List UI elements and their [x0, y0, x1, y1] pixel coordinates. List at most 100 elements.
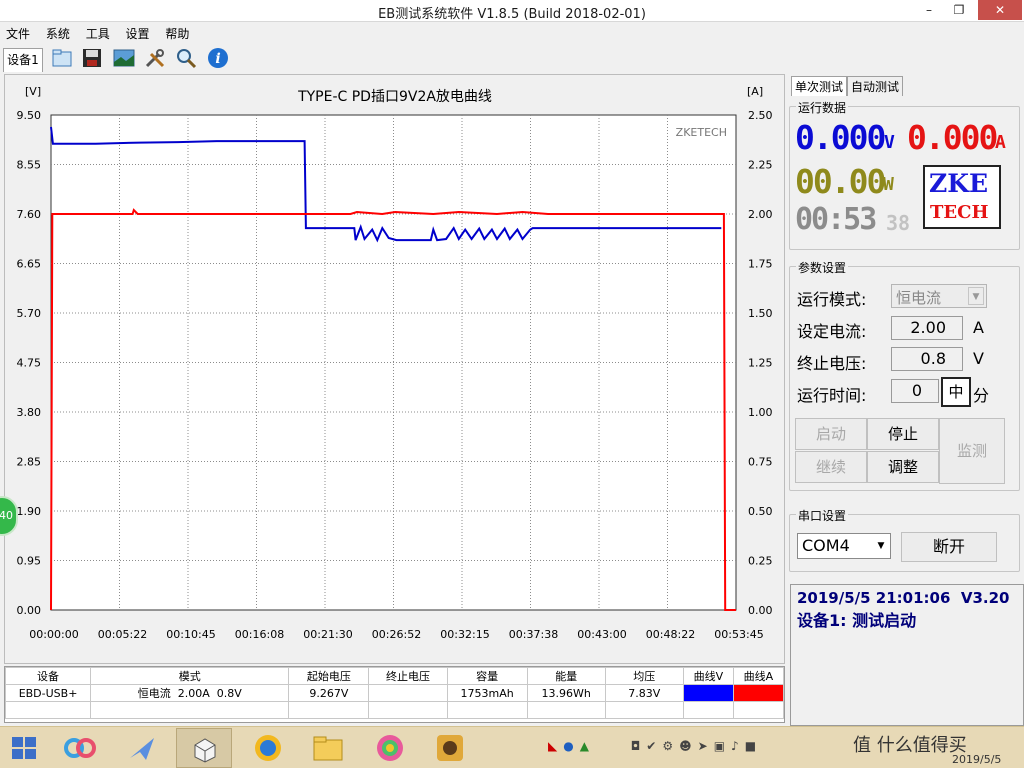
- cloud-app-icon[interactable]: [58, 730, 102, 766]
- taskbar-active-app[interactable]: [176, 728, 232, 768]
- power-unit: W: [883, 174, 894, 195]
- wifi-tray-icon[interactable]: ▣: [714, 739, 731, 753]
- mode-select[interactable]: 恒电流 ▼: [891, 284, 987, 308]
- power-readout: 00.00: [795, 162, 886, 201]
- voltage-readout: 0.000: [795, 118, 886, 157]
- table-row[interactable]: EBD-USB+ 恒电流 2.00A 0.8V 9.267V 1753mAh 1…: [4, 684, 785, 702]
- cell-device: EBD-USB+: [4, 684, 92, 702]
- run-time-label: 运行时间:: [797, 386, 867, 405]
- cell-start-voltage: 9.267V: [288, 684, 370, 702]
- params-title: 参数设置: [796, 259, 849, 276]
- network-tray-icon[interactable]: ▲: [580, 739, 595, 753]
- com-port-select[interactable]: COM4 ▼: [797, 533, 891, 559]
- summary-table: 设备 模式 起始电压 终止电压 容量 能量 均压 曲线V 曲线A EBD-USB…: [4, 667, 785, 719]
- windows-start-icon[interactable]: [12, 737, 36, 759]
- y-tick-right: 1.25: [748, 357, 773, 370]
- table-header-row: 设备 模式 起始电压 终止电压 容量 能量 均压 曲线V 曲线A: [4, 667, 785, 685]
- col-avg-voltage: 均压: [604, 667, 684, 685]
- disconnect-button[interactable]: 断开: [901, 532, 997, 562]
- menu-settings[interactable]: 设置: [120, 23, 156, 44]
- notify-tray-icon[interactable]: ■: [745, 739, 762, 753]
- adobe-tray-icon[interactable]: ◣: [548, 739, 563, 753]
- current-setting-label: 设定电流:: [797, 322, 867, 341]
- chart-panel: TYPE-C PD插口9V2A放电曲线 [V] [A] ZKETECH 9.50…: [4, 74, 785, 664]
- y-tick-right: 2.50: [748, 109, 773, 122]
- curve-a-swatch[interactable]: [732, 684, 785, 702]
- usb-tray-icon[interactable]: ⚙: [662, 739, 679, 753]
- y-tick-left: 0.95: [17, 555, 42, 568]
- tools-icon[interactable]: [143, 46, 167, 70]
- info-icon[interactable]: i: [206, 46, 230, 70]
- run-time-input[interactable]: 0: [891, 379, 939, 403]
- y-tick-left: 1.90: [17, 505, 42, 518]
- tab-single-test[interactable]: 单次测试: [791, 76, 848, 96]
- continue-button[interactable]: 继续: [795, 451, 867, 483]
- curve-v-swatch[interactable]: [682, 684, 734, 702]
- start-button[interactable]: 启动: [795, 418, 867, 450]
- taskbar: ◣●▲ ◘✔⚙☻➤▣♪■ 值 什么值得买 2019/5/5: [0, 726, 1024, 768]
- x-tick-label: 00:00:00: [29, 628, 78, 641]
- folder-icon[interactable]: [50, 46, 74, 70]
- stop-button[interactable]: 停止: [867, 418, 939, 450]
- time-readout: 00:53: [795, 202, 877, 237]
- picture-icon[interactable]: [112, 46, 136, 70]
- log-line-1: 2019/5/5 21:01:06 V3.20: [797, 589, 1010, 607]
- tab-device1[interactable]: 设备1: [3, 48, 43, 72]
- stop-voltage-input[interactable]: 0.8: [891, 347, 963, 371]
- x-tick-label: 00:43:00: [577, 628, 626, 641]
- current-setting-input[interactable]: 2.00: [891, 316, 963, 340]
- logo-tech: TECH: [930, 202, 989, 223]
- maximize-button[interactable]: ❐: [944, 0, 974, 20]
- mode-value: 恒电流: [896, 289, 942, 307]
- y-tick-right: 0.25: [748, 555, 773, 568]
- close-button[interactable]: ✕: [978, 0, 1022, 20]
- monitor-button[interactable]: 监测: [939, 418, 1005, 484]
- right-axis-unit: [A]: [747, 85, 763, 98]
- mode-label: 运行模式:: [797, 290, 867, 309]
- taskbar-date: 2019/5/5: [952, 753, 1002, 766]
- x-tick-label: 00:16:08: [235, 628, 284, 641]
- zke-logo: ZKE TECH: [923, 165, 1001, 229]
- watermark-text: 值 什么值得买: [853, 735, 967, 756]
- game-app-icon[interactable]: [428, 730, 472, 766]
- chart-watermark: ZKETECH: [676, 126, 727, 139]
- left-axis-unit: [V]: [25, 85, 41, 98]
- system-tray-icons[interactable]: ◣●▲ ◘✔⚙☻➤▣♪■: [548, 739, 848, 759]
- menu-tools[interactable]: 工具: [80, 23, 116, 44]
- file-explorer-icon[interactable]: [306, 730, 350, 766]
- save-icon[interactable]: [80, 46, 104, 70]
- colorful-app-icon[interactable]: [368, 730, 412, 766]
- y-tick-right: 1.50: [748, 307, 773, 320]
- y-tick-right: 1.00: [748, 406, 773, 419]
- y-tick-left: 3.80: [17, 406, 42, 419]
- time-seconds-readout: 38: [886, 211, 911, 235]
- col-energy: 能量: [526, 667, 606, 685]
- ime-indicator[interactable]: 中: [941, 377, 971, 407]
- y-tick-right: 0.75: [748, 456, 773, 469]
- menu-system[interactable]: 系统: [40, 23, 76, 44]
- x-tick-label: 00:32:15: [440, 628, 489, 641]
- volume-tray-icon[interactable]: ◘: [631, 739, 647, 753]
- speaker-tray-icon[interactable]: ♪: [731, 739, 745, 753]
- adjust-button[interactable]: 调整: [867, 451, 939, 483]
- y-tick-left: 4.75: [17, 357, 42, 370]
- tab-auto-test[interactable]: 自动测试: [847, 76, 904, 96]
- current-readout: 0.000: [907, 118, 998, 157]
- menu-file[interactable]: 文件: [0, 23, 36, 44]
- search-icon[interactable]: [174, 46, 198, 70]
- browser-app-icon[interactable]: [246, 730, 290, 766]
- qq-tray-icon[interactable]: ☻: [679, 739, 698, 753]
- shield-tray-icon[interactable]: ✔: [646, 739, 662, 753]
- chevron-down-icon: ▼: [877, 541, 885, 551]
- menu-help[interactable]: 帮助: [159, 23, 195, 44]
- minimize-button[interactable]: –: [914, 0, 944, 20]
- bird-tray-icon[interactable]: ➤: [698, 739, 714, 753]
- discharge-chart: TYPE-C PD插口9V2A放电曲线 [V] [A] ZKETECH 9.50…: [17, 85, 773, 641]
- y-tick-right: 0.50: [748, 505, 773, 518]
- y-tick-right: 1.75: [748, 258, 773, 271]
- device-app-icon: [194, 738, 216, 763]
- bird-app-icon[interactable]: [120, 730, 164, 766]
- k-tray-icon[interactable]: ●: [563, 739, 579, 753]
- cell-mode: 恒电流 2.00A 0.8V: [90, 684, 290, 702]
- log-line-2: 设备1: 测试启动: [797, 611, 917, 630]
